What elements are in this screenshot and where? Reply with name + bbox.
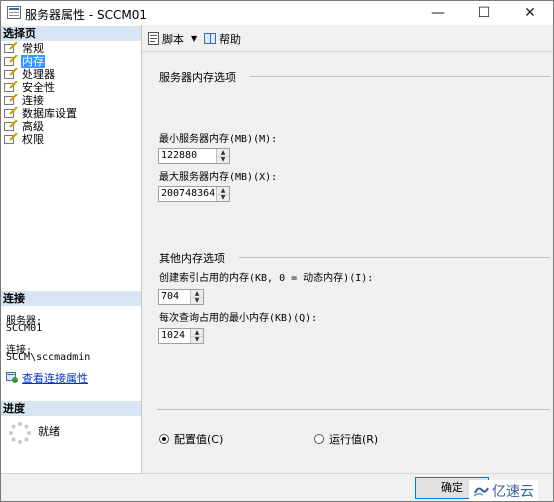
max-server-memory-value: 2007483647 <box>161 188 222 199</box>
max-memory-spin-down-icon[interactable]: ▼ <box>217 194 229 201</box>
page-item[interactable]: 内存 <box>4 55 45 68</box>
page-item-label: 内存 <box>21 55 45 68</box>
watermark-text: 亿速云 <box>492 484 534 500</box>
min-query-memory-label: 每次查询占用的最小内存(KB)(Q): <box>159 313 318 324</box>
page-icon <box>4 42 18 53</box>
minimize-button[interactable]: — <box>415 1 461 25</box>
page-icon <box>4 120 18 131</box>
page-item[interactable]: 权限 <box>4 133 45 146</box>
progress-spinner-icon <box>9 422 31 444</box>
connection-value: SCCM\sccmadmin <box>6 352 91 363</box>
view-connection-properties-label: 查看连接属性 <box>22 372 88 385</box>
page-item[interactable]: 高级 <box>4 120 45 133</box>
page-item-label: 权限 <box>22 133 44 146</box>
page-icon <box>4 55 18 66</box>
progress-header: 进度 <box>1 401 141 416</box>
memory-page: 服务器内存选项 最小服务器内存(MB)(M): 122880 ▲ ▼ 最大服务器内… <box>142 52 553 473</box>
min-server-memory-label: 最小服务器内存(MB)(M): <box>159 134 278 145</box>
watermark-logo-icon <box>473 487 489 497</box>
index-creation-memory-input[interactable]: 704 ▲ ▼ <box>158 289 204 305</box>
page-icon <box>4 68 18 79</box>
max-server-memory-label: 最大服务器内存(MB)(X): <box>159 172 278 183</box>
script-label: 脚本 <box>162 33 184 46</box>
close-button[interactable]: ✕ <box>507 1 553 25</box>
radio-selected-icon <box>159 434 169 444</box>
help-label: 帮助 <box>219 33 241 46</box>
min-query-memory-input[interactable]: 1024 ▲ ▼ <box>158 328 204 344</box>
section-divider <box>239 257 550 258</box>
index-memory-spin-down-icon[interactable]: ▼ <box>191 297 203 304</box>
page-item[interactable]: 安全性 <box>4 81 56 94</box>
max-server-memory-input[interactable]: 2007483647 ▲ ▼ <box>158 186 230 202</box>
page-icon <box>4 81 18 92</box>
page-item[interactable]: 数据库设置 <box>4 107 78 120</box>
maximize-button[interactable]: ☐ <box>461 1 507 25</box>
script-dropdown-chevron-icon[interactable]: ▼ <box>191 34 197 43</box>
page-item-label: 处理器 <box>22 68 55 81</box>
page-item-label: 连接 <box>22 94 44 107</box>
min-memory-spin-down-icon[interactable]: ▼ <box>217 156 229 163</box>
connection-properties-icon <box>6 372 18 383</box>
help-icon <box>204 33 216 44</box>
page-icon <box>4 94 18 105</box>
configured-values-label: 配置值(C) <box>174 433 224 446</box>
server-memory-options-title: 服务器内存选项 <box>159 71 236 84</box>
help-button[interactable]: 帮助 <box>204 31 241 47</box>
connection-header: 连接 <box>1 291 141 306</box>
page-item-label: 数据库设置 <box>22 107 77 120</box>
min-server-memory-value: 122880 <box>161 150 198 161</box>
page-item-label: 高级 <box>22 120 44 133</box>
min-server-memory-input[interactable]: 122880 ▲ ▼ <box>158 148 230 164</box>
title-bar: 服务器属性 - SCCM01 — ☐ ✕ <box>1 1 553 25</box>
page-item-label: 安全性 <box>22 81 55 94</box>
view-connection-properties-link[interactable]: 查看连接属性 <box>6 370 88 386</box>
toolbar: 脚本 ▼ 帮助 <box>142 25 553 52</box>
page-icon <box>4 133 18 144</box>
other-memory-options-title: 其他内存选项 <box>159 252 225 265</box>
section-divider <box>157 409 550 410</box>
index-creation-memory-label: 创建索引占用的内存(KB, 0 = 动态内存)(I): <box>159 273 374 284</box>
left-pane: 选择页 常规 内存 处理器 安全性 连接 数据库设置 高级 权限 连接 服务器: SCCM01… <box>1 25 142 473</box>
script-icon <box>148 32 159 45</box>
progress-status: 就绪 <box>38 425 60 438</box>
section-divider <box>250 76 550 77</box>
min-query-memory-value: 1024 <box>161 330 186 341</box>
radio-unselected-icon <box>314 434 324 444</box>
page-item[interactable]: 处理器 <box>4 68 56 81</box>
sql-server-icon <box>7 6 21 19</box>
server-value: SCCM01 <box>6 323 43 334</box>
server-properties-dialog: 服务器属性 - SCCM01 — ☐ ✕ 选择页 常规 内存 处理器 安全性 连接 数据库… <box>0 0 554 502</box>
page-item[interactable]: 连接 <box>4 94 45 107</box>
page-item-label: 常规 <box>22 42 44 55</box>
query-memory-spin-down-icon[interactable]: ▼ <box>191 336 203 343</box>
configured-values-radio[interactable]: 配置值(C) <box>159 431 223 447</box>
window-title: 服务器属性 - SCCM01 <box>25 8 147 22</box>
page-item[interactable]: 常规 <box>4 42 45 55</box>
script-button[interactable]: 脚本 <box>147 31 184 47</box>
page-icon <box>4 107 18 118</box>
select-page-header: 选择页 <box>1 26 141 41</box>
index-creation-memory-value: 704 <box>161 291 180 302</box>
running-values-radio[interactable]: 运行值(R) <box>314 431 378 447</box>
watermark: 亿速云 <box>469 480 538 501</box>
running-values-label: 运行值(R) <box>329 433 379 446</box>
